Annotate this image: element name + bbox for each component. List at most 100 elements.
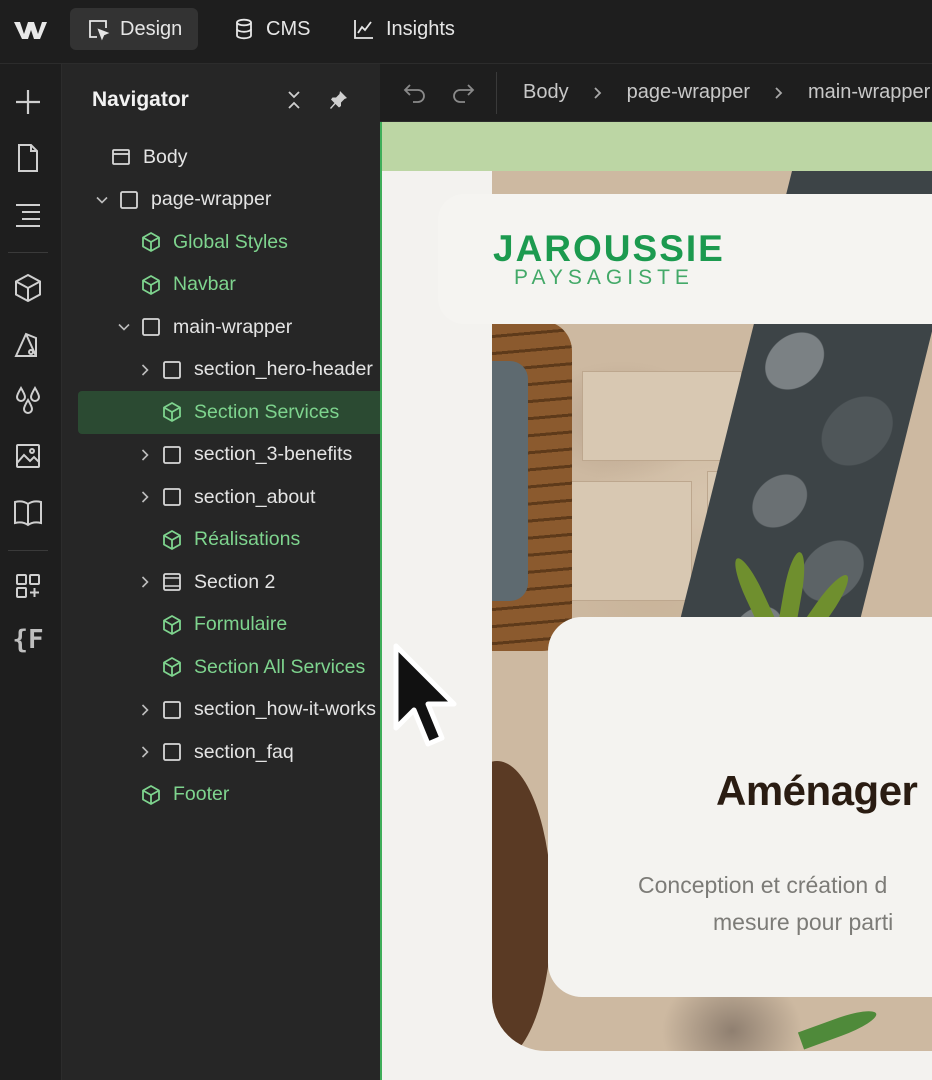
breadcrumb-item-page-wrapper[interactable]: page-wrapper: [627, 81, 750, 104]
pin-panel-button[interactable]: [324, 86, 352, 114]
tab-insights[interactable]: Insights: [336, 8, 471, 50]
webflow-logo-icon[interactable]: [12, 16, 48, 44]
caret-placeholder: [137, 404, 153, 420]
redo-button[interactable]: [448, 78, 478, 108]
navigator-item[interactable]: Footer: [62, 774, 380, 817]
navbar-card[interactable]: JAROUSSIE PAYSAGISTE: [438, 194, 932, 324]
chevron-right-icon[interactable]: [137, 744, 153, 760]
navigator-item[interactable]: section_3-benefits: [62, 434, 380, 477]
chevron-right-icon[interactable]: [137, 362, 153, 378]
cube-icon: [15, 273, 41, 303]
mouse-cursor-icon: [393, 643, 457, 747]
styles-button[interactable]: [10, 326, 46, 362]
element-tree: Body page-wrapper Global Styles Navbar main-…: [62, 136, 380, 816]
navigator-item[interactable]: section_about: [62, 476, 380, 519]
apps-button[interactable]: [10, 568, 46, 604]
chevron-right-icon[interactable]: [137, 574, 153, 590]
corten-planter: [492, 761, 552, 1051]
canvas-area: Body page-wrapper main-wrapper JAROUSSIE…: [380, 64, 932, 1080]
navigator-item[interactable]: Section 2: [62, 561, 380, 604]
finsweet-extension-icon[interactable]: {F: [10, 622, 46, 658]
chevron-right-icon: [589, 84, 607, 102]
navigator-item-label: Navbar: [173, 273, 236, 296]
breadcrumb-item-body[interactable]: Body: [523, 81, 569, 104]
toolbar-divider: [496, 71, 497, 114]
tab-design-label: Design: [120, 17, 183, 40]
navigator-item-label: Réalisations: [194, 528, 301, 551]
navigator-item[interactable]: main-wrapper: [62, 306, 380, 349]
navigator-item-label: Section All Services: [194, 655, 366, 678]
paint-swatch-icon: [14, 332, 37, 357]
pages-button[interactable]: [10, 140, 46, 176]
navigator-icon: [16, 204, 40, 227]
navigator-item-label: Formulaire: [194, 613, 288, 636]
chevron-right-icon[interactable]: [137, 702, 153, 718]
stone-slab: [562, 481, 692, 601]
caret-placeholder: [116, 277, 132, 293]
navigator-item[interactable]: page-wrapper: [62, 179, 380, 222]
section-icon: [161, 571, 183, 593]
panel-title: Navigator: [92, 88, 189, 111]
chevron-down-icon[interactable]: [116, 319, 132, 335]
div-block-icon: [161, 486, 183, 508]
navigator-item[interactable]: Section All Services: [62, 646, 380, 689]
navigator-item-label: Section Services: [194, 400, 340, 423]
navigator-item[interactable]: section_faq: [62, 731, 380, 774]
pin-icon: [330, 91, 347, 109]
body-icon: [110, 146, 132, 168]
hero-description-line: Conception et création d: [638, 872, 888, 898]
collapse-all-button[interactable]: [280, 86, 308, 114]
chart-line-icon: [354, 20, 373, 39]
stone-slab: [582, 371, 742, 461]
navigator-item[interactable]: Réalisations: [62, 519, 380, 562]
navigator-item[interactable]: Body: [62, 136, 380, 179]
navigator-item-label: section_3-benefits: [194, 443, 353, 466]
add-elements-button[interactable]: [10, 84, 46, 120]
plus-icon: [16, 90, 40, 114]
navigator-item[interactable]: section_how-it-works: [62, 689, 380, 732]
navigator-item[interactable]: Formulaire: [62, 604, 380, 647]
components-button[interactable]: [10, 270, 46, 306]
plant-leaf: [797, 1005, 880, 1050]
navigator-item[interactable]: section_hero-header: [62, 349, 380, 392]
caret-placeholder: [137, 659, 153, 675]
assets-button[interactable]: [10, 438, 46, 474]
chevron-down-icon[interactable]: [94, 192, 110, 208]
chevron-right-icon[interactable]: [137, 447, 153, 463]
garden-bag: [492, 361, 528, 601]
book-icon: [14, 500, 42, 527]
caret-placeholder: [137, 617, 153, 633]
navigator-item[interactable]: Navbar: [62, 264, 380, 307]
page-icon: [18, 144, 38, 172]
design-icon: [89, 20, 110, 41]
navigator-button[interactable]: [10, 196, 46, 232]
hero-content-card[interactable]: Aménager Conception et création d mesure…: [548, 617, 932, 997]
variables-button[interactable]: [10, 382, 46, 418]
chevron-right-icon[interactable]: [137, 489, 153, 505]
caret-placeholder: [137, 532, 153, 548]
div-block-icon: [161, 741, 183, 763]
navigator-panel: Navigator Body page-wrapper Global Styles N…: [62, 64, 380, 1080]
top-bar: Design CMS Insights: [0, 0, 932, 64]
breadcrumb-item-main-wrapper[interactable]: main-wrapper: [808, 81, 930, 104]
canvas-viewport[interactable]: JAROUSSIE PAYSAGISTE Aménager Conception…: [380, 122, 932, 1080]
cms-collections-button[interactable]: [10, 494, 46, 530]
hero-heading: Aménager: [716, 767, 918, 814]
site-logo-tagline: PAYSAGISTE: [514, 266, 694, 289]
tab-design[interactable]: Design: [70, 8, 199, 50]
div-block-icon: [161, 444, 183, 466]
navigator-item-label: Section 2: [194, 570, 276, 593]
site-logo[interactable]: JAROUSSIE: [493, 228, 725, 270]
div-block-icon: [161, 699, 183, 721]
navigator-item[interactable]: Section Services: [78, 391, 380, 434]
navigator-item-label: section_how-it-works: [194, 698, 377, 721]
undo-button[interactable]: [400, 78, 430, 108]
announcement-bar[interactable]: [382, 122, 932, 171]
navigator-item[interactable]: Global Styles: [62, 221, 380, 264]
component-icon: [161, 614, 183, 636]
undo-icon: [403, 83, 425, 103]
tab-cms[interactable]: CMS: [216, 8, 326, 50]
rail-divider: [8, 252, 48, 253]
caret-placeholder: [116, 234, 132, 250]
navigator-item-label: section_faq: [194, 740, 294, 763]
